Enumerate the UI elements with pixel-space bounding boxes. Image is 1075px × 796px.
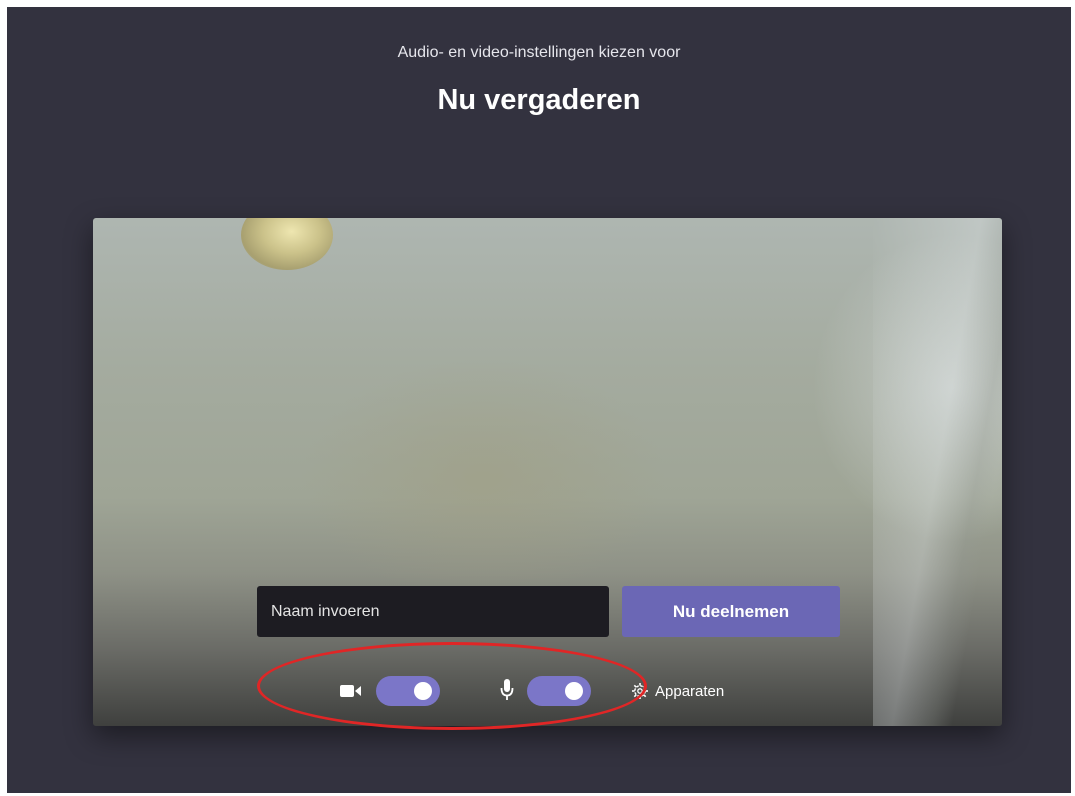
ceiling-lamp [241, 218, 333, 270]
devices-button[interactable]: Apparaten [631, 680, 724, 702]
camera-preview: Nu deelnemen [93, 218, 1002, 726]
wall-edge [873, 218, 1002, 726]
microphone-icon [500, 679, 514, 700]
camera-toggle-knob [414, 682, 432, 700]
microphone-toggle-knob [565, 682, 583, 700]
prejoin-screen: Audio- en video-instellingen kiezen voor… [7, 7, 1071, 793]
gear-icon [632, 683, 648, 699]
name-input[interactable] [257, 586, 609, 637]
join-now-button[interactable]: Nu deelnemen [622, 586, 840, 637]
devices-label: Apparaten [655, 682, 725, 700]
settings-subtitle: Audio- en video-instellingen kiezen voor [397, 44, 681, 61]
microphone-toggle[interactable] [527, 676, 591, 706]
video-camera-icon [340, 685, 361, 697]
meeting-title: Nu vergaderen [437, 84, 641, 116]
camera-toggle[interactable] [376, 676, 440, 706]
